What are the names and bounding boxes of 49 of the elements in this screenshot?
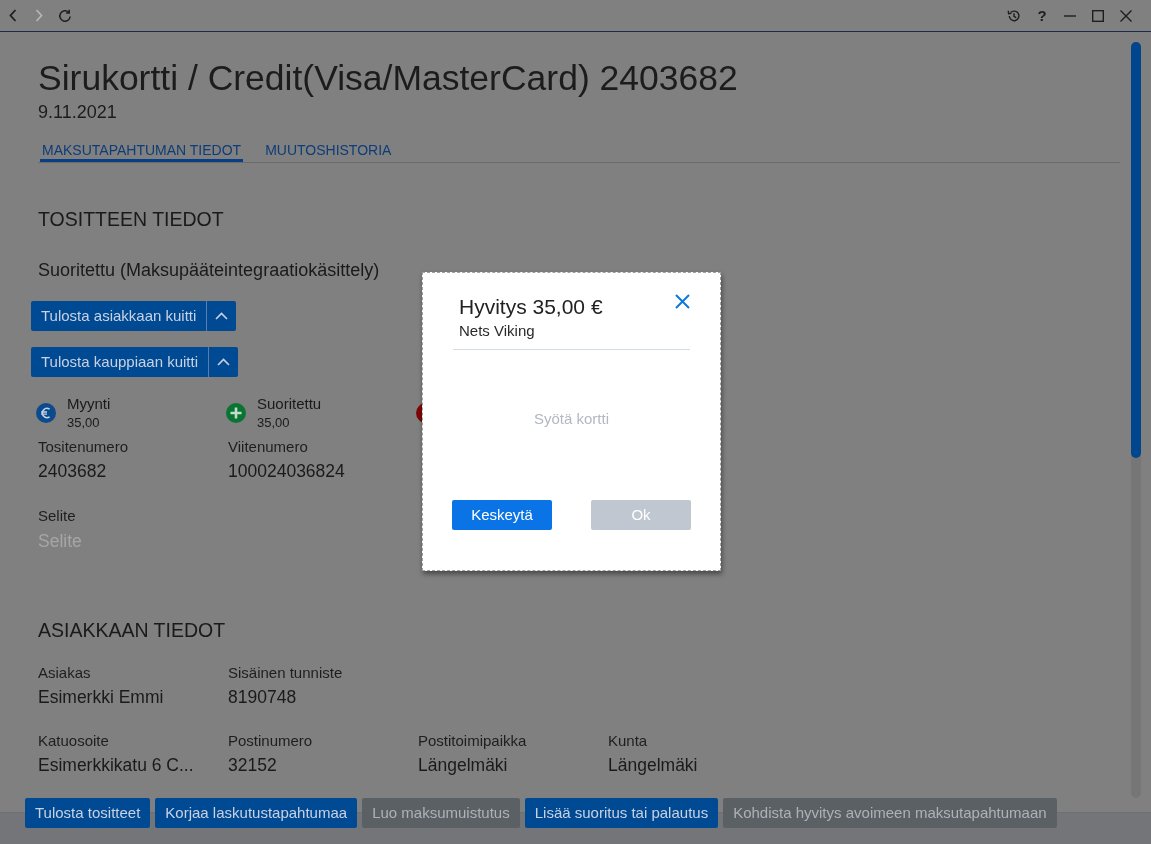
print-button[interactable]: Tulosta kauppiaan kuitti bbox=[31, 347, 209, 377]
field-value: Esimerkki Emmi bbox=[38, 686, 164, 708]
field-label: Tositenumero bbox=[38, 438, 129, 456]
field-label: Postitoimipaikka bbox=[418, 732, 527, 750]
dialog-subtitle: Nets Viking bbox=[459, 322, 535, 340]
chevron-up-icon bbox=[217, 358, 231, 366]
page-title: Sirukortti / Credit(Visa/MasterCard) 2403682 bbox=[38, 58, 738, 98]
tab[interactable]: MUUTOSHISTORIA bbox=[263, 138, 394, 162]
maximize-icon bbox=[1092, 9, 1104, 22]
field-value: Esimerkkikatu 6 C... bbox=[38, 754, 194, 776]
field-value: Längelmäki bbox=[608, 754, 698, 776]
field-label: Kunta bbox=[608, 732, 648, 750]
close-button[interactable] bbox=[675, 294, 690, 309]
history-icon bbox=[1007, 8, 1021, 23]
help-button[interactable]: ? bbox=[1028, 0, 1056, 31]
dropdown-button[interactable] bbox=[206, 301, 237, 331]
field-value: 100024036824 bbox=[228, 460, 345, 482]
field-value: 2403682 bbox=[38, 460, 107, 482]
field-label: Sisäinen tunniste bbox=[228, 664, 343, 682]
action-button[interactable]: Tulosta tositteet bbox=[25, 798, 151, 828]
status-text: Suoritettu (Maksupääteintegraatiokäsittely) bbox=[38, 259, 380, 281]
field-label: Asiakas bbox=[38, 664, 91, 682]
field-label: Selite bbox=[38, 507, 76, 525]
event-amount: 35,00 bbox=[67, 415, 100, 431]
section-heading: TOSITTEEN TIEDOT bbox=[38, 207, 224, 232]
field-value: 8190748 bbox=[228, 686, 297, 708]
minimize-icon bbox=[1064, 14, 1076, 17]
field-label: Katuosoite bbox=[38, 732, 109, 750]
scrollbar-thumb[interactable] bbox=[1131, 42, 1141, 458]
field-value: 32152 bbox=[228, 754, 277, 776]
dialog-button[interactable]: Keskeytä bbox=[452, 500, 552, 530]
print-button[interactable]: Tulosta asiakkaan kuitti bbox=[31, 301, 207, 331]
field-value: Längelmäki bbox=[418, 754, 508, 776]
close-icon bbox=[675, 294, 690, 309]
dropdown-button[interactable] bbox=[208, 347, 239, 377]
event-amount: 35,00 bbox=[257, 415, 290, 431]
action-button[interactable]: Lisää suoritus tai palautus bbox=[524, 798, 719, 828]
page-date: 9.11.2021 bbox=[38, 101, 117, 123]
section-heading: ASIAKKAAN TIEDOT bbox=[38, 618, 226, 643]
chevron-up-icon bbox=[215, 312, 229, 320]
field-label: Viitenumero bbox=[228, 438, 308, 456]
dialog-title: Hyvitys 35,00 € bbox=[459, 294, 603, 320]
action-button[interactable]: Korjaa laskutustapahtumaa bbox=[155, 798, 358, 828]
dialog-message: Syötä kortti bbox=[534, 409, 609, 427]
tab[interactable]: MAKSUTAPAHTUMAN TIEDOT bbox=[40, 138, 244, 162]
field-label: Postinumero bbox=[228, 732, 313, 750]
event-label: Myynti bbox=[67, 395, 111, 413]
event-label: Suoritettu bbox=[257, 395, 322, 413]
close-icon bbox=[1120, 9, 1132, 22]
